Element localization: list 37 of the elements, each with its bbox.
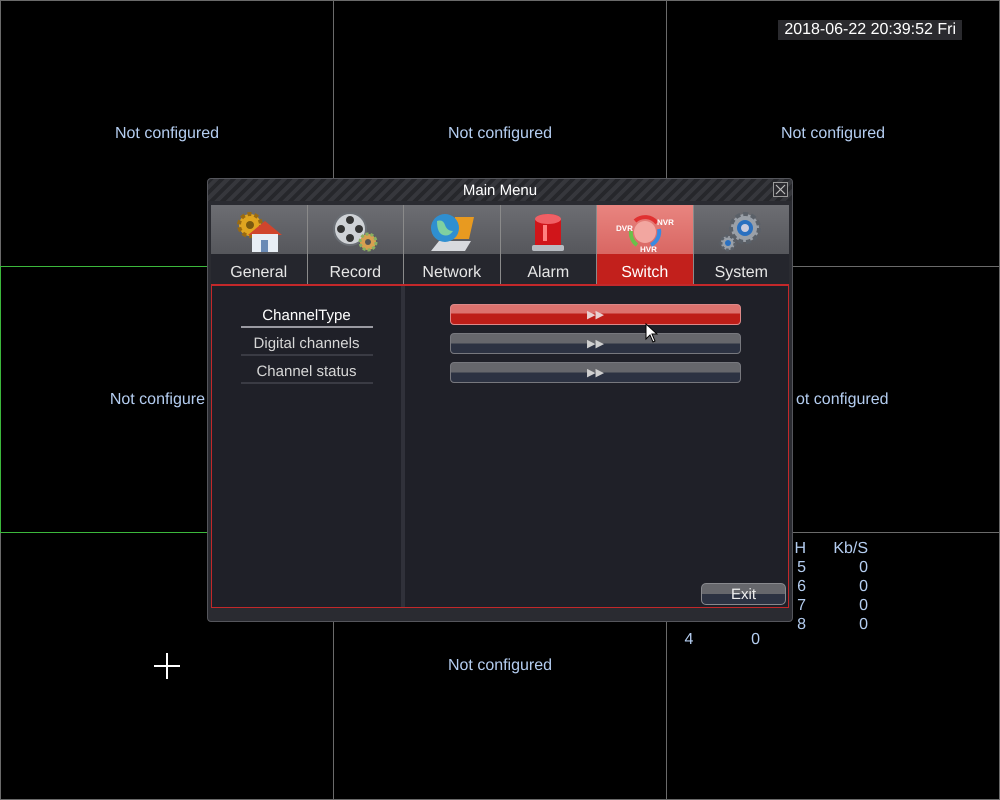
menu-tab[interactable]: System: [694, 205, 789, 284]
table-cell-text: 0: [858, 558, 868, 577]
table-cell-text: 0: [858, 596, 868, 615]
option-bar-button[interactable]: ▶▶: [450, 362, 741, 383]
menu-tab[interactable]: Network: [404, 205, 500, 284]
table-cell-text: 6: [796, 577, 806, 596]
menu-tab[interactable]: General: [211, 205, 308, 284]
table-cell-text: 7: [796, 596, 806, 615]
table-cell-text: 0: [858, 615, 868, 634]
option-bar-button[interactable]: ▶▶: [450, 304, 741, 325]
table-cell-text: 0: [750, 630, 760, 650]
column-header: H: [793, 539, 806, 558]
window-title: Main Menu: [462, 182, 538, 198]
film-reel-icon: [330, 211, 380, 253]
table-cell-text: 4: [684, 630, 694, 650]
menu-tab[interactable]: Alarm: [500, 205, 597, 284]
table-cell-text: 0: [858, 577, 868, 596]
channel-status-label: ot configured: [796, 390, 889, 408]
sidebar-item[interactable]: ChannelType: [240, 300, 372, 328]
date-time-display: 2018-06-22 20:39:52 Fri: [778, 20, 962, 40]
mouse-pointer-icon: [645, 323, 658, 343]
table-cell-text: 5: [796, 558, 806, 577]
channel-status-label: Not configured: [780, 124, 886, 142]
channel-status-label: Not configured: [448, 124, 552, 142]
channel-status-label: Not configured: [448, 657, 552, 675]
option-bar-button[interactable]: ▶▶: [450, 333, 741, 354]
table-cell-text: 8: [796, 615, 806, 634]
column-header: Kb/S: [832, 539, 868, 558]
menu-tab[interactable]: DVR NVR HVR Switch: [597, 205, 694, 284]
sidebar-item[interactable]: Channel status: [240, 356, 372, 384]
channel-status-label: Not configured: [114, 124, 220, 142]
crosshair-icon: [154, 653, 180, 679]
menu-tab[interactable]: Record: [308, 205, 404, 284]
channel-status-label: Not configure: [110, 390, 205, 408]
exit-button[interactable]: Exit: [701, 583, 786, 605]
sidebar-item[interactable]: Digital channels: [240, 328, 372, 356]
close-icon[interactable]: [773, 182, 788, 197]
